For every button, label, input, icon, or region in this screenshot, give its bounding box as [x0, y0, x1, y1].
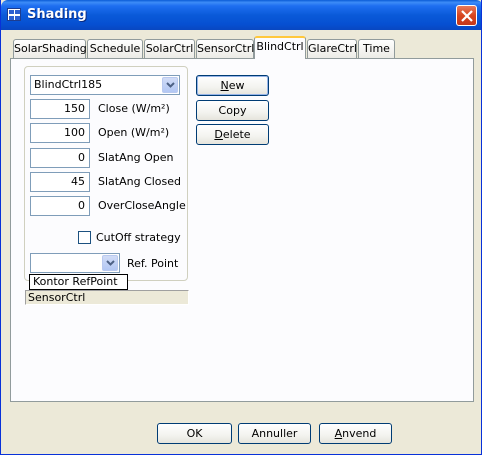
slat-angle-closed-field[interactable]: 45 [30, 172, 90, 192]
tab-panel-blindctrl: BlindCtrl185 150 Close (W/m²) 100 Open (… [10, 58, 474, 402]
slat-angle-closed-label: SlatAng Closed [98, 175, 182, 188]
slat-angle-open-label: SlatAng Open [98, 151, 174, 164]
close-threshold-label: Close (W/m²) [98, 102, 170, 115]
delete-button-accel: D [214, 128, 223, 141]
tab-time[interactable]: Time [358, 39, 395, 58]
cutoff-strategy-checkbox[interactable] [78, 231, 91, 244]
refpoint-tooltip: Kontor RefPoint [29, 274, 128, 290]
tab-blindctrl[interactable]: BlindCtrl [254, 36, 306, 59]
new-button[interactable]: New [196, 75, 269, 96]
delete-button[interactable]: Delete [196, 124, 269, 145]
blindctrl-select-value: BlindCtrl185 [34, 78, 103, 91]
blindctrl-select[interactable]: BlindCtrl185 [30, 75, 180, 95]
ok-button[interactable]: OK [157, 423, 232, 444]
title-bar[interactable]: Shading [1, 0, 481, 30]
refpoint-label: Ref. Point [127, 257, 179, 270]
close-icon [461, 10, 473, 22]
apply-button[interactable]: Anvend [319, 423, 392, 444]
delete-button-label: elete [222, 128, 251, 141]
tab-sensorctrl[interactable]: SensorCtrl [196, 39, 254, 58]
chevron-down-icon [106, 260, 115, 266]
slat-angle-open-field[interactable]: 0 [30, 148, 90, 168]
overclose-angle-field[interactable]: 0 [30, 196, 90, 216]
window-title: Shading [27, 7, 87, 22]
refpoint-dropdown-button[interactable] [102, 255, 118, 271]
tab-strip: SolarShading Schedule SolarCtrl SensorCt… [1, 36, 481, 60]
apply-button-label: nvend [342, 427, 377, 440]
close-button[interactable] [456, 5, 477, 26]
cutoff-strategy-label: CutOff strategy [96, 231, 181, 244]
blindctrl-dropdown-button[interactable] [162, 77, 178, 93]
tab-schedule[interactable]: Schedule [87, 39, 143, 58]
copy-button[interactable]: Copy [196, 100, 269, 121]
open-threshold-field[interactable]: 100 [30, 123, 90, 143]
app-icon [7, 8, 21, 21]
new-button-accel: N [220, 79, 229, 92]
sensor-field: SensorCtrl [25, 290, 189, 305]
tab-glarectrl[interactable]: GlareCtrl [307, 39, 357, 58]
tab-solarctrl[interactable]: SolarCtrl [144, 39, 195, 58]
close-threshold-field[interactable]: 150 [30, 99, 90, 119]
cancel-button[interactable]: Annuller [238, 423, 311, 444]
chevron-down-icon [166, 82, 175, 88]
overclose-angle-label: OverCloseAngle [98, 199, 186, 212]
tab-solarshading[interactable]: SolarShading [13, 39, 87, 58]
shading-dialog: Shading SolarShading Schedule SolarCtrl … [0, 0, 482, 455]
new-button-label: ew [228, 79, 245, 92]
open-threshold-label: Open (W/m²) [98, 126, 170, 139]
refpoint-select[interactable] [30, 253, 120, 273]
